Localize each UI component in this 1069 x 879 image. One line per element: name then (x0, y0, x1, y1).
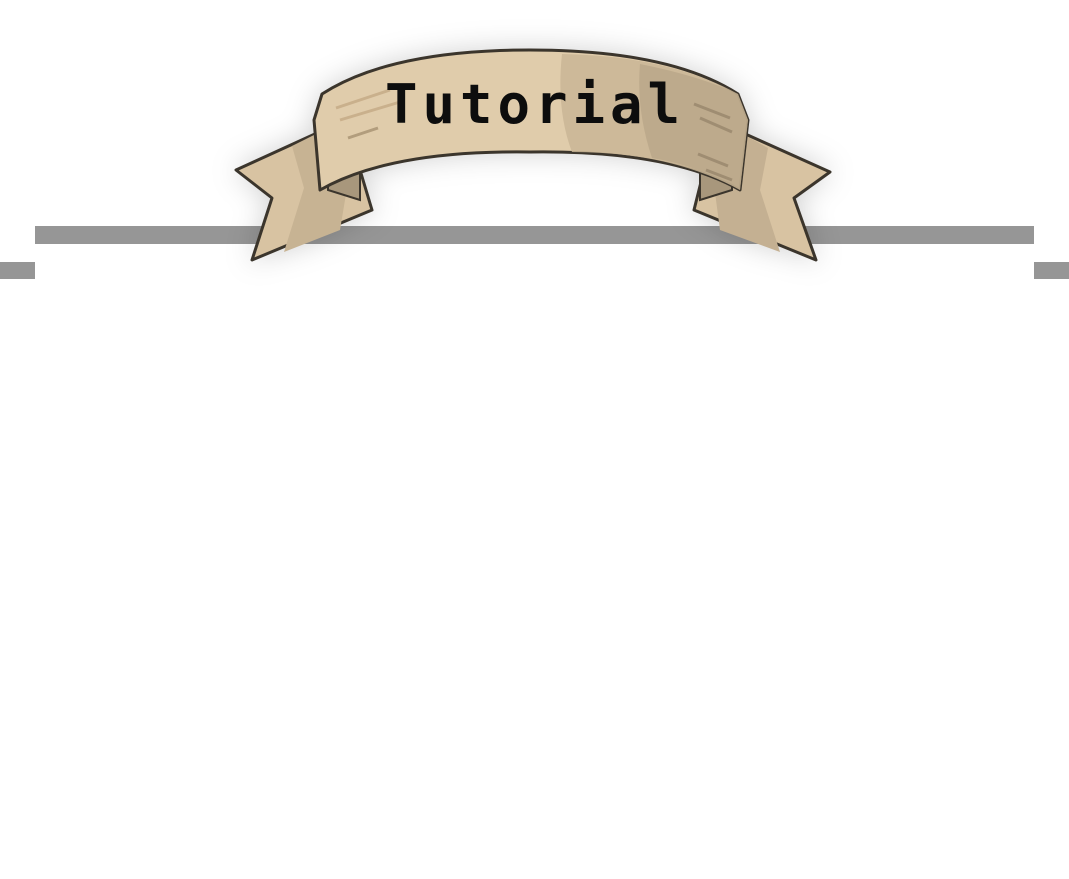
panel-frame-right-edge (1034, 262, 1069, 279)
banner-title: Tutorial (384, 73, 686, 136)
panel-frame-left-edge (0, 262, 35, 279)
ribbon-scroll-graphic (234, 48, 832, 262)
title-banner: Tutorial (200, 20, 860, 310)
